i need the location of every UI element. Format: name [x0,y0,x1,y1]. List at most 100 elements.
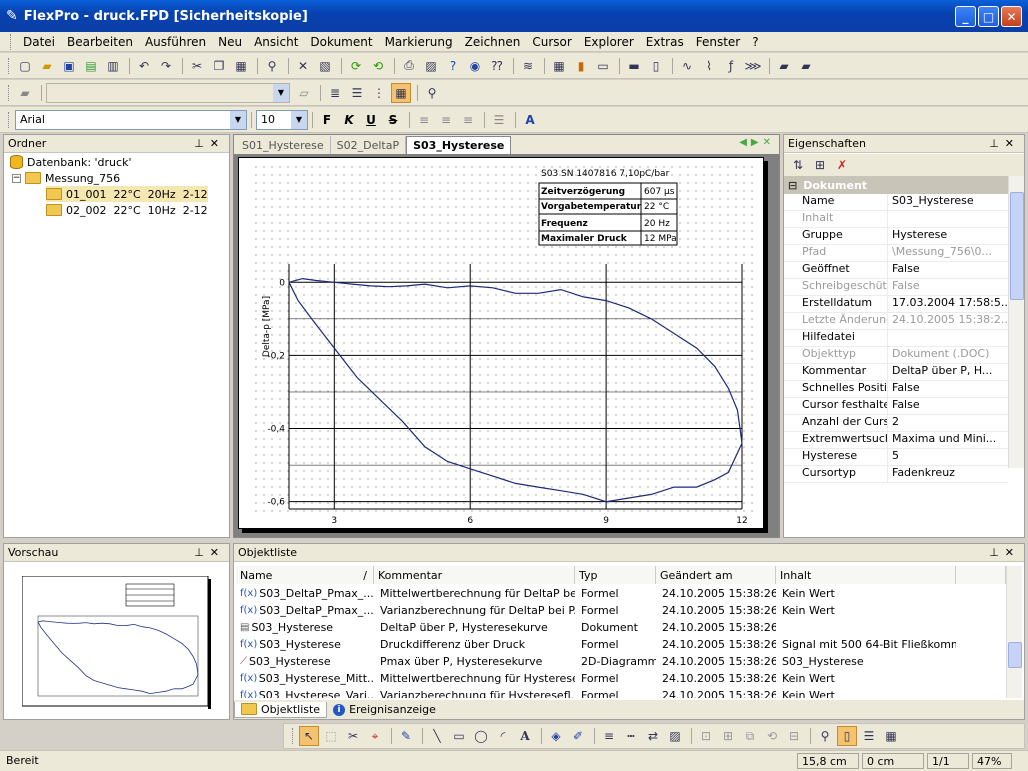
align-left-icon[interactable]: ≡ [414,110,434,130]
table-row[interactable]: f(x) S03_DeltaP_Pmax_... Varianzberechnung… [236,602,1006,619]
noise-icon[interactable]: ⋙ [743,56,763,76]
objektliste-scrollbar[interactable] [1006,566,1022,698]
help-icon[interactable]: ? [443,56,463,76]
tab-s01-hysterese[interactable]: S01_Hysterese [236,136,331,154]
col-geaendert[interactable]: Geändert am [656,566,776,584]
menu-grip[interactable] [10,33,13,50]
font-select[interactable]: Arial ▼ [15,109,247,130]
rotate-icon[interactable]: ⟲ [762,726,782,746]
property-row[interactable]: Hysterese 5 [784,449,1008,466]
order-icon[interactable]: ⧉ [740,726,760,746]
tree-root[interactable]: Datenbank: 'druck' [10,154,131,170]
ellipse-icon[interactable]: ◯ [471,726,491,746]
node-icon[interactable]: ⌖ [365,726,385,746]
font-size-select[interactable]: 10 ▼ [256,109,308,130]
find-icon[interactable]: ⚲ [262,56,282,76]
page-view-icon[interactable]: ▯ [837,726,857,746]
property-row[interactable]: Schreibgeschützt False [784,279,1008,296]
eigenschaften-panel-controls[interactable]: ⊥✕ [989,137,1020,150]
property-row[interactable]: Inhalt [784,211,1008,228]
font-color-icon[interactable]: A [520,110,540,130]
property-row[interactable]: Cursor festhalten False [784,398,1008,415]
analysis-icon[interactable]: ⌇ [699,56,719,76]
align-right-icon[interactable]: ≡ [458,110,478,130]
menu-markierung[interactable]: Markierung [379,35,459,49]
close-button[interactable]: ✕ [1001,6,1022,27]
toolbar-grip-3[interactable] [8,111,11,128]
menu-datei[interactable]: Datei [17,35,61,49]
table-row[interactable]: f(x) S03_DeltaP_Pmax_... Mittelwertberechn… [236,585,1006,602]
property-value[interactable]: False [888,381,1008,397]
goto-icon[interactable]: ▱ [294,83,314,103]
menu-fenster[interactable]: Fenster [690,35,747,49]
property-row[interactable]: Gruppe Hysterese [784,228,1008,245]
categorize-icon[interactable]: ⊞ [810,155,830,175]
folder-up-icon[interactable]: ▰ [15,83,35,103]
property-row[interactable]: Geöffnet False [784,262,1008,279]
refresh-all-icon[interactable]: ⟲ [368,56,388,76]
sort-icon[interactable]: ⇅ [788,155,808,175]
col-kommentar[interactable]: Kommentar [374,566,575,584]
distribute-icon[interactable]: ⊟ [784,726,804,746]
preview-icon[interactable]: ▨ [421,56,441,76]
folder-open-icon[interactable]: ▰ [774,56,794,76]
property-value[interactable]: 2 [888,415,1008,431]
pen-icon[interactable]: ✎ [396,726,416,746]
tab-ereignisanzeige[interactable]: i Ereignisanzeige [327,702,442,717]
object-selector[interactable]: ▼ [46,82,290,103]
menu-bearbeiten[interactable]: Bearbeiten [61,35,139,49]
export-icon[interactable]: ▤ [81,56,101,76]
menu-extras[interactable]: Extras [640,35,690,49]
maximize-button[interactable]: □ [978,6,999,27]
properties-scrollbar[interactable] [1008,176,1024,468]
property-row[interactable]: Hilfedatei [784,330,1008,347]
property-row[interactable]: Schnelles Position...False [784,381,1008,398]
property-value[interactable]: 5 [888,449,1008,465]
table-row[interactable]: ▤ S03_Hysterese DeltaP über P, Hystereseku… [236,619,1006,636]
objektliste-panel-controls[interactable]: ⊥✕ [989,546,1020,559]
text-tool-icon[interactable]: A [515,726,535,746]
context-help-icon[interactable]: ⁇ [487,56,507,76]
tab-s02-deltap[interactable]: S02_DeltaP [331,136,407,154]
cut-icon[interactable]: ✂ [187,56,207,76]
bold-button[interactable]: F [317,110,337,130]
property-row[interactable]: Cursortyp Fadenkreuz [784,466,1008,483]
property-row[interactable]: Kommentar DeltaP über P, H... [784,364,1008,381]
properties-icon[interactable]: ▧ [315,56,335,76]
scissors-icon[interactable]: ✂ [343,726,363,746]
tree-folder-messung[interactable]: − Messung_756 [12,170,120,186]
property-value[interactable]: DeltaP über P, H... [888,364,1008,380]
property-value[interactable]: False [888,398,1008,414]
search-icon[interactable]: ⚲ [422,83,442,103]
menu-ansicht[interactable]: Ansicht [248,35,304,49]
underline-button[interactable]: U [361,110,381,130]
strike-button[interactable]: S [383,110,403,130]
property-value[interactable] [888,330,1008,346]
col-inhalt[interactable]: Inhalt [776,566,956,584]
table-row[interactable]: f(x) S03_Hysterese_Vari... Varianzberechnu… [236,687,1006,698]
property-row[interactable]: Objekttyp Dokument (.DOC) [784,347,1008,364]
select-icon[interactable]: ⬚ [321,726,341,746]
paste-icon[interactable]: ▦ [231,56,251,76]
tab-nav-controls[interactable]: ◀▶✕ [739,137,775,148]
formula-icon[interactable]: ƒ [721,56,741,76]
arrow-style-icon[interactable]: ⇄ [643,726,663,746]
italic-button[interactable]: K [339,110,359,130]
col-typ[interactable]: Typ [575,566,656,584]
folder-icon[interactable]: ▰ [796,56,816,76]
signal-icon[interactable]: ≋ [518,56,538,76]
globe-icon[interactable]: ◉ [465,56,485,76]
property-row[interactable]: Name S03_Hysterese [784,194,1008,211]
chart-icon[interactable]: ▮ [571,56,591,76]
arc-icon[interactable]: ◜ [493,726,513,746]
document-page[interactable]: S03 SN 1407816 7,10pC/bar Zeitverzögerun… [238,157,765,539]
properties-section[interactable]: ⊟ Dokument [784,176,1008,194]
hysteresis-chart[interactable]: S03 SN 1407816 7,10pC/bar Zeitverzögerun… [239,158,765,539]
bullets-icon[interactable]: ☰ [489,110,509,130]
pointer-icon[interactable]: ↖ [299,726,319,746]
save-icon[interactable]: ▣ [59,56,79,76]
menu-dokument[interactable]: Dokument [304,35,378,49]
property-value[interactable]: 17.03.2004 17:58:5... [888,296,1008,312]
new-icon[interactable]: ▢ [15,56,35,76]
align-center-icon[interactable]: ≡ [436,110,456,130]
